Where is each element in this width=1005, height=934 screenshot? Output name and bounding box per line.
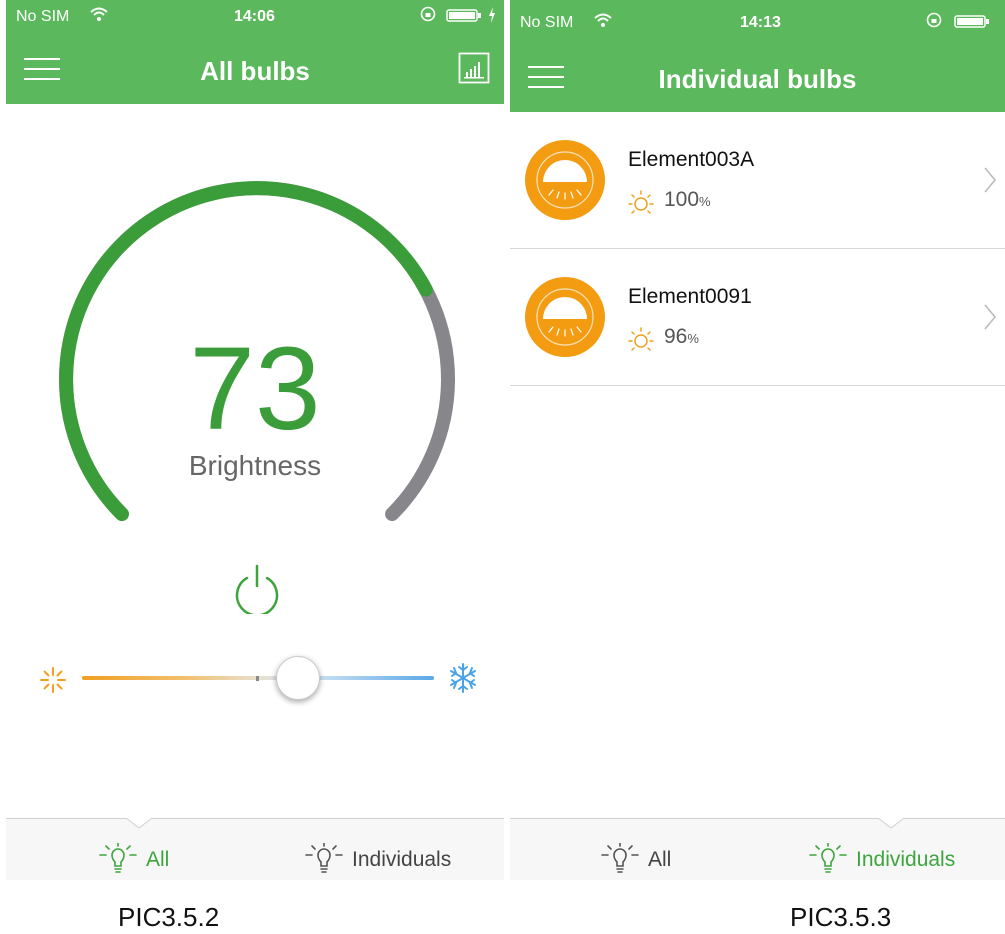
bulb-brightness-value: 96 [664,325,688,348]
bulb-brightness: 96% [664,325,699,349]
brightness-dial[interactable] [6,0,504,640]
status-bar: No SIM 14:13 [510,6,1005,32]
bulb-brightness: 100% [664,188,711,212]
bulb-name: Element0091 [628,285,752,308]
bulb-icon [601,843,639,873]
tab-bar: All Individuals [510,818,1005,880]
brightness-value: 73 [189,323,321,455]
tab-individuals[interactable]: Individuals [304,843,474,877]
bulb-brightness-unit: % [687,331,699,346]
bulb-avatar-icon [525,140,605,220]
brightness-label: Brightness [188,450,322,481]
active-tab-notch [878,818,904,829]
bulb-brightness-value: 100 [664,188,700,211]
bulb-list-item[interactable]: Element003A 100% [510,112,1005,249]
wifi-icon [594,13,612,27]
caption-right: PIC3.5.3 [790,902,892,932]
app-header: No SIM 14:13 Individual bulbs [510,0,1005,112]
rotation-lock-icon [926,12,942,28]
power-button[interactable] [233,562,281,614]
tab-individuals-label: Individuals [856,848,956,871]
tab-bar: All Individuals [6,818,504,880]
snowflake-icon [450,663,476,693]
bulb-icon [99,843,137,873]
tab-all[interactable]: All [98,843,188,877]
bulb-icon [809,843,847,873]
sun-icon [628,327,654,351]
tab-all[interactable]: All [600,843,690,877]
tab-all-label: All [648,848,672,871]
tab-individuals-label: Individuals [352,848,452,871]
bulb-icon [305,843,343,873]
color-temperature-slider-thumb[interactable] [275,656,320,700]
status-time: 14:13 [740,14,781,31]
bulb-brightness-unit: % [699,194,711,209]
bulb-avatar-icon [525,277,605,357]
active-tab-notch [126,818,152,829]
individual-bulbs-screen: No SIM 14:13 Individual bulbs Element003… [510,0,1005,880]
tab-individuals[interactable]: Individuals [808,843,988,877]
bulb-name: Element003A [628,148,755,171]
caption-left: PIC3.5.2 [118,902,220,932]
carrier-label: No SIM [520,14,574,31]
sun-icon [40,667,66,693]
color-temperature-center-tick [256,676,259,681]
chevron-right-icon [984,167,997,193]
sun-icon [628,190,654,214]
battery-icon [954,15,989,28]
all-bulbs-screen: No SIM 14:06 All bulbs 73 Brightness All… [6,0,504,880]
bulb-list-item[interactable]: Element0091 96% [510,249,1005,386]
page-title: Individual bulbs [658,64,857,94]
chevron-right-icon [984,304,997,330]
power-icon [235,564,279,614]
tab-all-label: All [146,848,170,871]
